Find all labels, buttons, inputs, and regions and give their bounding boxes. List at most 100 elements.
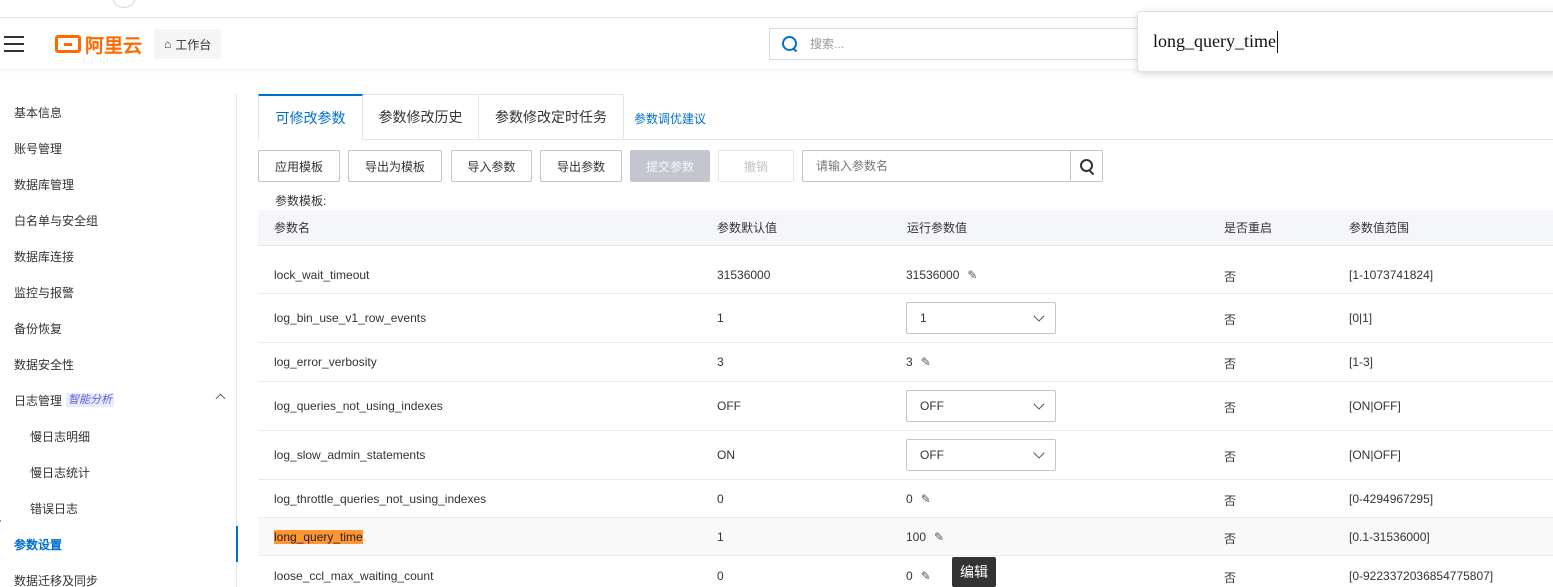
- pencil-icon[interactable]: ✎: [921, 355, 931, 369]
- logo-text: 阿里云: [85, 34, 143, 57]
- sidebar-item-backup[interactable]: 备份恢复: [0, 310, 237, 346]
- param-name: loose_ccl_max_waiting_count: [274, 569, 434, 583]
- column-header: 参数名: [274, 221, 311, 235]
- tab-label: 可修改参数: [275, 110, 346, 126]
- global-search[interactable]: [769, 28, 1149, 60]
- sidebar-item-label: 数据库连接: [14, 249, 75, 264]
- param-restart: 否: [1224, 401, 1237, 415]
- param-value-text: 3: [906, 355, 913, 369]
- param-range: [0|1]: [1349, 311, 1373, 325]
- param-value-select[interactable]: 1: [906, 302, 1056, 334]
- param-name: log_throttle_queries_not_using_indexes: [274, 492, 487, 506]
- sidebar-item-label: 数据迁移及同步: [14, 573, 99, 587]
- table-header: 参数名 参数默认值 运行参数值 是否重启 参数值范围: [258, 210, 1553, 246]
- global-search-input[interactable]: [810, 37, 1110, 51]
- column-header: 是否重启: [1224, 221, 1273, 235]
- sidebar-item-connection[interactable]: 数据库连接: [0, 238, 237, 274]
- param-value-select[interactable]: OFF: [906, 439, 1056, 471]
- param-range: [1-3]: [1349, 355, 1374, 369]
- home-icon: ⌂: [164, 37, 172, 51]
- table-row: lock_wait_timeout 31536000 31536000 ✎ 否 […: [258, 256, 1553, 294]
- param-default: 31536000: [717, 268, 771, 282]
- sidebar-item-migration[interactable]: 数据迁移及同步: [0, 562, 237, 587]
- select-value: OFF: [920, 399, 944, 413]
- cancel-button[interactable]: 撤销: [718, 150, 794, 182]
- sidebar-item-accounts[interactable]: 账号管理: [0, 130, 237, 166]
- sidebar-item-logs[interactable]: 日志管理 智能分析: [0, 382, 237, 418]
- sidebar-item-label: 日志管理: [14, 393, 63, 408]
- sidebar-collapse-handle[interactable]: [0, 505, 3, 537]
- sidebar-item-label: 账号管理: [14, 141, 63, 156]
- workbench-button[interactable]: ⌂ 工作台: [154, 29, 222, 59]
- search-match-highlight: long_query_time: [274, 530, 363, 544]
- chevron-down-icon: [1033, 398, 1045, 410]
- param-value: 3 ✎: [906, 355, 931, 369]
- select-value: OFF: [920, 448, 944, 462]
- sidebar-item-databases[interactable]: 数据库管理: [0, 166, 237, 202]
- param-search: [802, 150, 1103, 182]
- param-search-input[interactable]: [803, 151, 1070, 181]
- find-overlay-input[interactable]: long_query_time: [1137, 11, 1553, 72]
- sidebar-item-label: 慢日志统计: [30, 465, 91, 480]
- param-restart: 否: [1224, 270, 1237, 284]
- table-row: log_bin_use_v1_row_events 1 1 否 [0|1]: [258, 294, 1553, 343]
- param-value: 0 ✎: [906, 569, 931, 583]
- sidebar-item-params[interactable]: 参数设置: [0, 526, 238, 562]
- chevron-down-icon: [1033, 447, 1045, 459]
- aliyun-logo[interactable]: 阿里云: [55, 32, 143, 57]
- param-name: log_error_verbosity: [274, 355, 377, 369]
- export-template-button[interactable]: 导出为模板: [348, 150, 442, 182]
- sidebar-item-label: 基本信息: [14, 105, 63, 120]
- pencil-icon[interactable]: ✎: [921, 492, 931, 506]
- aliyun-logo-icon: [55, 35, 81, 53]
- param-value: 100 ✎: [906, 530, 944, 544]
- search-icon: [782, 36, 798, 52]
- chevron-up-icon[interactable]: [215, 393, 226, 404]
- param-restart: 否: [1224, 532, 1237, 546]
- table-row: log_slow_admin_statements ON OFF 否 [ON|O…: [258, 431, 1553, 480]
- sidebar-item-whitelist[interactable]: 白名单与安全组: [0, 202, 237, 238]
- param-tuning-link[interactable]: 参数调优建议: [634, 110, 706, 127]
- sidebar-item-security[interactable]: 数据安全性: [0, 346, 237, 382]
- smart-analysis-badge: 智能分析: [66, 393, 115, 407]
- param-value-text: 0: [906, 569, 913, 583]
- pencil-icon[interactable]: ✎: [967, 268, 977, 282]
- sidebar-item-label: 监控与报警: [14, 285, 75, 300]
- search-icon[interactable]: [1070, 151, 1102, 181]
- param-tabs: 可修改参数 参数修改历史 参数修改定时任务 参数调优建议: [258, 94, 1553, 141]
- param-default: 0: [717, 492, 724, 506]
- column-header: 参数值范围: [1349, 221, 1410, 235]
- sidebar-item-slow-log-stats[interactable]: 慢日志统计: [0, 454, 237, 490]
- param-value: 0 ✎: [906, 492, 931, 506]
- param-restart: 否: [1224, 313, 1237, 327]
- pencil-icon[interactable]: ✎: [934, 530, 944, 544]
- export-params-button[interactable]: 导出参数: [540, 150, 622, 182]
- param-value-text: 31536000: [906, 268, 960, 282]
- tab-editable-params[interactable]: 可修改参数: [258, 94, 363, 141]
- param-name: log_slow_admin_statements: [274, 448, 426, 462]
- param-range: [0.1-31536000]: [1349, 530, 1430, 544]
- tab-scheduled-tasks[interactable]: 参数修改定时任务: [479, 94, 624, 140]
- sidebar-item-error-log[interactable]: 错误日志: [0, 490, 237, 526]
- sidebar-item-label: 备份恢复: [14, 321, 63, 336]
- pencil-icon[interactable]: ✎: [921, 569, 931, 583]
- apply-template-button[interactable]: 应用模板: [258, 150, 340, 182]
- param-name: long_query_time: [274, 530, 363, 544]
- param-default: 0: [717, 569, 724, 583]
- sidebar-item-basic-info[interactable]: 基本信息: [0, 94, 237, 130]
- hamburger-icon[interactable]: [4, 36, 24, 52]
- param-range: [1-1073741824]: [1349, 268, 1434, 282]
- param-value-select[interactable]: OFF: [906, 390, 1056, 422]
- find-overlay-text: long_query_time: [1153, 31, 1276, 51]
- table-row: log_queries_not_using_indexes OFF OFF 否 …: [258, 382, 1553, 431]
- table-row: long_query_time 1 100 ✎ 否 [0.1-31536000]: [258, 518, 1553, 556]
- sidebar-item-slow-log-detail[interactable]: 慢日志明细: [0, 418, 237, 454]
- tab-param-history[interactable]: 参数修改历史: [363, 94, 479, 140]
- param-range: [0-9223372036854775807]: [1349, 569, 1494, 583]
- import-params-button[interactable]: 导入参数: [451, 150, 532, 182]
- column-header: 参数默认值: [717, 221, 778, 235]
- column-header: 运行参数值: [907, 221, 968, 235]
- sidebar-item-monitoring[interactable]: 监控与报警: [0, 274, 237, 310]
- sidebar-item-label: 参数设置: [14, 537, 63, 552]
- submit-params-button[interactable]: 提交参数: [630, 150, 710, 182]
